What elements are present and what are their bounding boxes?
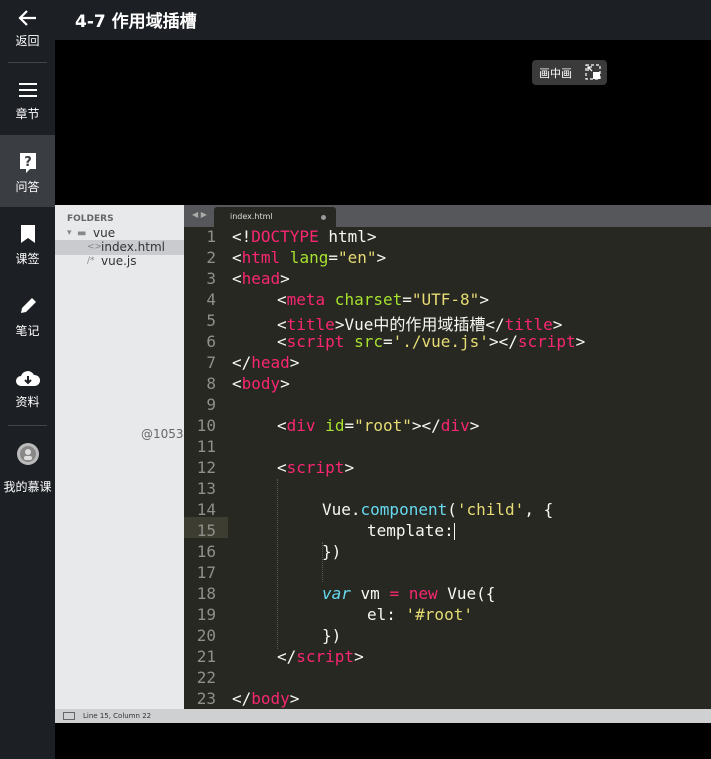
line-number: 9: [206, 395, 216, 414]
code-line: }): [322, 542, 342, 561]
code-line: </head>: [232, 353, 300, 372]
code-line: </body>: [232, 689, 300, 708]
line-number: 10: [196, 416, 216, 435]
pencil-icon: [0, 296, 55, 316]
nav-my-course-label: 我的慕课: [3, 480, 52, 494]
script-file-icon: /*: [87, 256, 95, 266]
tree-file-vuejs[interactable]: /* vue.js: [55, 254, 184, 269]
watermark: @1053: [141, 427, 184, 441]
line-number: 18: [196, 584, 216, 603]
folder-sidebar: FOLDERS ▾ ▬ vue <> index.html /* vue.js: [55, 205, 184, 709]
nav-back[interactable]: 返回: [0, 0, 55, 70]
line-number: 13: [196, 479, 216, 498]
nav-bookmark-label: 课签: [15, 252, 40, 266]
line-number: 19: [196, 605, 216, 624]
line-number: 23: [196, 689, 216, 708]
unsaved-dot-icon: [321, 215, 326, 220]
nav-divider: [8, 425, 47, 426]
line-number: 3: [206, 269, 216, 288]
cursor-position: Line 15, Column 22: [83, 712, 152, 720]
line-number: 5: [206, 311, 216, 330]
svg-text:?: ?: [24, 155, 32, 170]
nav-materials-label: 资料: [15, 395, 40, 409]
tab-label: index.html: [230, 212, 273, 221]
indent-guide: [277, 479, 278, 649]
line-number: 1: [206, 227, 216, 246]
code-line: <div id="root"></div>: [277, 416, 480, 435]
code-line: var vm = new Vue({: [322, 584, 496, 603]
line-number: 17: [196, 563, 216, 582]
code-line: Vue.component('child', {: [322, 500, 554, 519]
chevron-down-icon: ▾: [67, 228, 72, 238]
code-line: <meta charset="UTF-8">: [277, 290, 489, 309]
line-number: 16: [196, 542, 216, 561]
question-icon: ?: [0, 152, 55, 174]
line-number: 12: [196, 458, 216, 477]
folders-heading: FOLDERS: [67, 214, 114, 224]
line-gutter: 1 2 3 4 5 6 7 8 9 10 11 12 13 14 15 16 17 18 19 20 21 22 23: [184, 227, 224, 709]
nav-qa-label: 问答: [15, 180, 40, 194]
line-number: 11: [196, 437, 216, 456]
panel-toggle-icon[interactable]: [63, 712, 75, 720]
nav-chapters-label: 章节: [15, 107, 40, 121]
tab-bar: ◀ ▶ index.html: [184, 205, 711, 227]
code-line: }): [322, 626, 342, 645]
back-arrow-icon: [0, 8, 55, 28]
nav-my-course[interactable]: 我的慕课: [0, 430, 55, 500]
tree-folder-vue[interactable]: ▾ ▬ vue: [55, 226, 184, 241]
nav-notes-label: 笔记: [15, 324, 40, 338]
nav-chapters[interactable]: 章节: [0, 65, 55, 135]
line-number: 15: [196, 521, 216, 540]
nav-qa[interactable]: ? 问答: [0, 135, 55, 207]
code-line: <script>: [277, 458, 355, 477]
code-file-icon: <>: [87, 242, 103, 252]
line-number: 6: [206, 332, 216, 351]
nav-back-label: 返回: [15, 34, 40, 48]
code-line: <html lang="en">: [232, 248, 387, 267]
nav-bookmark[interactable]: 课签: [0, 210, 55, 280]
pip-label: 画中画: [539, 66, 572, 80]
menu-icon: [0, 82, 55, 98]
code-area[interactable]: <!DOCTYPE html> <html lang="en"> <head> …: [232, 227, 711, 709]
page-title: 4-7 作用域插槽: [75, 12, 197, 32]
code-line: el: '#root': [367, 605, 473, 624]
nav-notes[interactable]: 笔记: [0, 282, 55, 352]
picture-in-picture-button[interactable]: 画中画: [532, 60, 607, 85]
code-line: <body>: [232, 374, 290, 393]
line-number: 8: [206, 374, 216, 393]
text-cursor: [453, 523, 455, 540]
header: 4-7 作用域插槽: [55, 0, 711, 40]
line-number: 20: [196, 626, 216, 645]
line-number: 14: [196, 500, 216, 519]
tree-file-index[interactable]: <> index.html: [55, 240, 184, 255]
nav-divider: [8, 62, 47, 63]
cloud-download-icon: [0, 368, 55, 388]
code-line: <script src='./vue.js'></script>: [277, 332, 586, 351]
tab-index-html[interactable]: index.html: [214, 207, 336, 227]
status-bar: Line 15, Column 22: [55, 709, 711, 723]
code-line: </script>: [277, 647, 364, 666]
line-number: 7: [206, 353, 216, 372]
line-number: 22: [196, 668, 216, 687]
tree-label: index.html: [101, 240, 165, 254]
code-editor-frame: FOLDERS ▾ ▬ vue <> index.html /* vue.js …: [55, 205, 711, 723]
tab-nav-arrows-icon[interactable]: ◀ ▶: [192, 210, 207, 219]
pip-icon: [585, 64, 601, 83]
nav-materials[interactable]: 资料: [0, 355, 55, 425]
bookmark-icon: [0, 224, 55, 244]
tree-label: vue: [93, 226, 116, 240]
left-nav: 返回 章节 ? 问答 课签 笔记 资料 我的慕课: [0, 0, 55, 759]
line-number: 2: [206, 248, 216, 267]
folder-icon: ▬: [77, 228, 87, 239]
line-number: 4: [206, 290, 216, 309]
avatar-icon: [0, 442, 55, 466]
line-number: 21: [196, 647, 216, 666]
code-line: <!DOCTYPE html>: [232, 227, 377, 246]
code-line: template:: [367, 521, 455, 540]
tree-label: vue.js: [101, 254, 137, 268]
code-line: <head>: [232, 269, 290, 288]
